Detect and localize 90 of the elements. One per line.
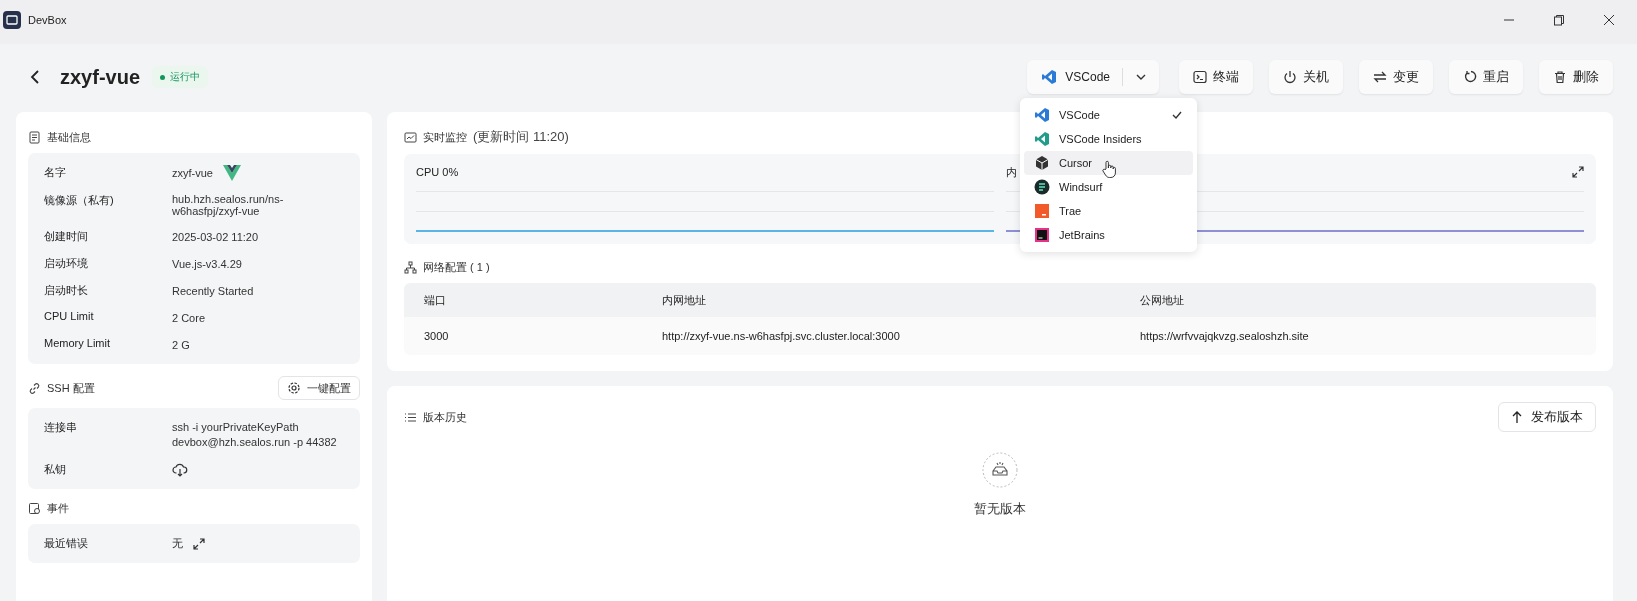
restart-icon xyxy=(1463,70,1477,84)
ide-menu-item[interactable]: VSCode Insiders xyxy=(1024,127,1193,151)
section-title: 事件 xyxy=(47,501,69,516)
close-icon[interactable] xyxy=(1603,14,1615,26)
ide-menu-item[interactable]: Trae xyxy=(1024,199,1193,223)
status-badge: 运行中 xyxy=(152,66,209,88)
table-cell-text: 3000 xyxy=(423,330,450,342)
field-label: 最近错误 xyxy=(44,536,89,551)
cloud-download-icon[interactable] xyxy=(172,462,188,477)
menu-item-label: JetBrains xyxy=(1059,229,1105,241)
window-title: DevBox xyxy=(28,14,67,26)
hand-cursor-icon xyxy=(1102,160,1116,178)
section-title: 实时监控 xyxy=(423,129,467,145)
gear-icon xyxy=(287,381,301,395)
monitor-icon xyxy=(404,130,417,144)
field-value: zxyf-vue xyxy=(172,167,213,179)
restart-button[interactable]: 重启 xyxy=(1449,60,1523,94)
field-label: 启动时长 xyxy=(44,283,89,298)
field-label: Memory Limit xyxy=(44,337,111,351)
chart-label: 内 xyxy=(1006,164,1017,180)
windsurf-icon xyxy=(1034,179,1050,195)
restore-icon[interactable] xyxy=(1553,14,1565,26)
field-value: Vue.js-v3.4.29 xyxy=(172,257,242,270)
menu-item-label: VSCode xyxy=(1059,109,1100,121)
app-logo-icon xyxy=(2,10,22,30)
check-icon xyxy=(1171,109,1183,121)
field-label: 私钥 xyxy=(44,462,67,477)
arrow-up-icon xyxy=(1511,410,1523,424)
ide-menu-item[interactable]: Cursor xyxy=(1024,151,1193,175)
event-icon xyxy=(28,502,41,515)
vscode-insiders-icon xyxy=(1034,131,1050,147)
field-value: ssh -i yourPrivateKeyPath devbox@hzh.sealos.run -p 44382 xyxy=(172,420,338,450)
table-cell-text: http://zxyf-vue.ns-w6hasfpj.svc.cluster.local:3000 xyxy=(661,330,901,342)
vscode-icon xyxy=(1041,69,1058,85)
field-label: CPU Limit xyxy=(44,310,95,324)
field-label: 镜像源（私有) xyxy=(44,193,115,208)
menu-item-label: Cursor xyxy=(1059,157,1092,169)
column-header: 内网地址 xyxy=(661,292,707,308)
auto-config-button[interactable]: 一键配置 xyxy=(278,376,360,400)
link-icon xyxy=(28,381,41,395)
column-header: 公网地址 xyxy=(1139,292,1184,308)
update-time: (更新时间 11:20) xyxy=(473,128,569,146)
trae-icon xyxy=(1034,203,1050,219)
field-label: 名字 xyxy=(44,165,67,180)
field-label: 创建时间 xyxy=(44,229,89,244)
list-icon xyxy=(404,410,417,424)
column-header: 端口 xyxy=(423,292,447,308)
ide-menu-item[interactable]: Windsurf xyxy=(1024,175,1193,199)
ide-menu-item[interactable]: JetBrains xyxy=(1024,223,1193,247)
trash-icon xyxy=(1553,70,1567,84)
field-value: 2 Core xyxy=(172,311,206,324)
document-icon xyxy=(28,131,41,144)
expand-icon[interactable] xyxy=(1572,166,1584,178)
network-icon xyxy=(404,261,417,274)
power-button[interactable]: 关机 xyxy=(1269,60,1343,94)
field-value: Recently Started xyxy=(172,284,254,297)
cube-icon xyxy=(1034,155,1050,171)
power-icon xyxy=(1283,70,1297,84)
table-cell-text: https://wrfvvajqkvzg.sealoshzh.site xyxy=(1139,330,1309,342)
section-title: 基础信息 xyxy=(47,130,91,145)
swap-button[interactable]: 变更 xyxy=(1359,60,1433,94)
vue-logo-icon xyxy=(222,165,241,181)
section-title: 版本历史 xyxy=(423,409,467,425)
empty-message: 暂无版本 xyxy=(974,500,1026,518)
menu-item-label: Trae xyxy=(1059,205,1082,217)
chart-label: CPU 0% xyxy=(416,166,459,178)
jetbrains-icon xyxy=(1034,227,1050,243)
terminal-button[interactable]: 终端 xyxy=(1179,60,1253,94)
ide-label: VSCode xyxy=(1065,70,1110,84)
ide-menu-item[interactable]: VSCode xyxy=(1024,103,1193,127)
field-label: 启动环境 xyxy=(44,256,89,271)
field-value: 2 G xyxy=(172,338,190,351)
terminal-icon xyxy=(1193,70,1207,84)
field-label: 连接串 xyxy=(44,420,78,435)
section-title: 网络配置 ( 1 ) xyxy=(423,260,490,275)
swap-arrows-icon xyxy=(1373,70,1387,84)
expand-icon[interactable] xyxy=(193,537,205,550)
delete-button[interactable]: 删除 xyxy=(1539,60,1613,94)
empty-inbox-icon xyxy=(982,452,1018,488)
field-value: hub.hzh.sealos.run/ns-w6hasfpj/zxyf-vue xyxy=(172,193,285,217)
field-value: 2025-03-02 11:20 xyxy=(172,230,259,243)
back-icon[interactable] xyxy=(28,69,42,85)
field-value: 无 xyxy=(172,536,183,551)
menu-item-label: Windsurf xyxy=(1059,181,1103,193)
publish-button[interactable]: 发布版本 xyxy=(1498,402,1596,432)
menu-item-label: VSCode Insiders xyxy=(1059,133,1142,145)
vscode-icon xyxy=(1034,107,1050,123)
section-title: SSH 配置 xyxy=(47,380,95,396)
ide-split-button[interactable]: VSCode xyxy=(1027,60,1159,94)
devbox-name: zxyf-vue xyxy=(60,65,141,89)
